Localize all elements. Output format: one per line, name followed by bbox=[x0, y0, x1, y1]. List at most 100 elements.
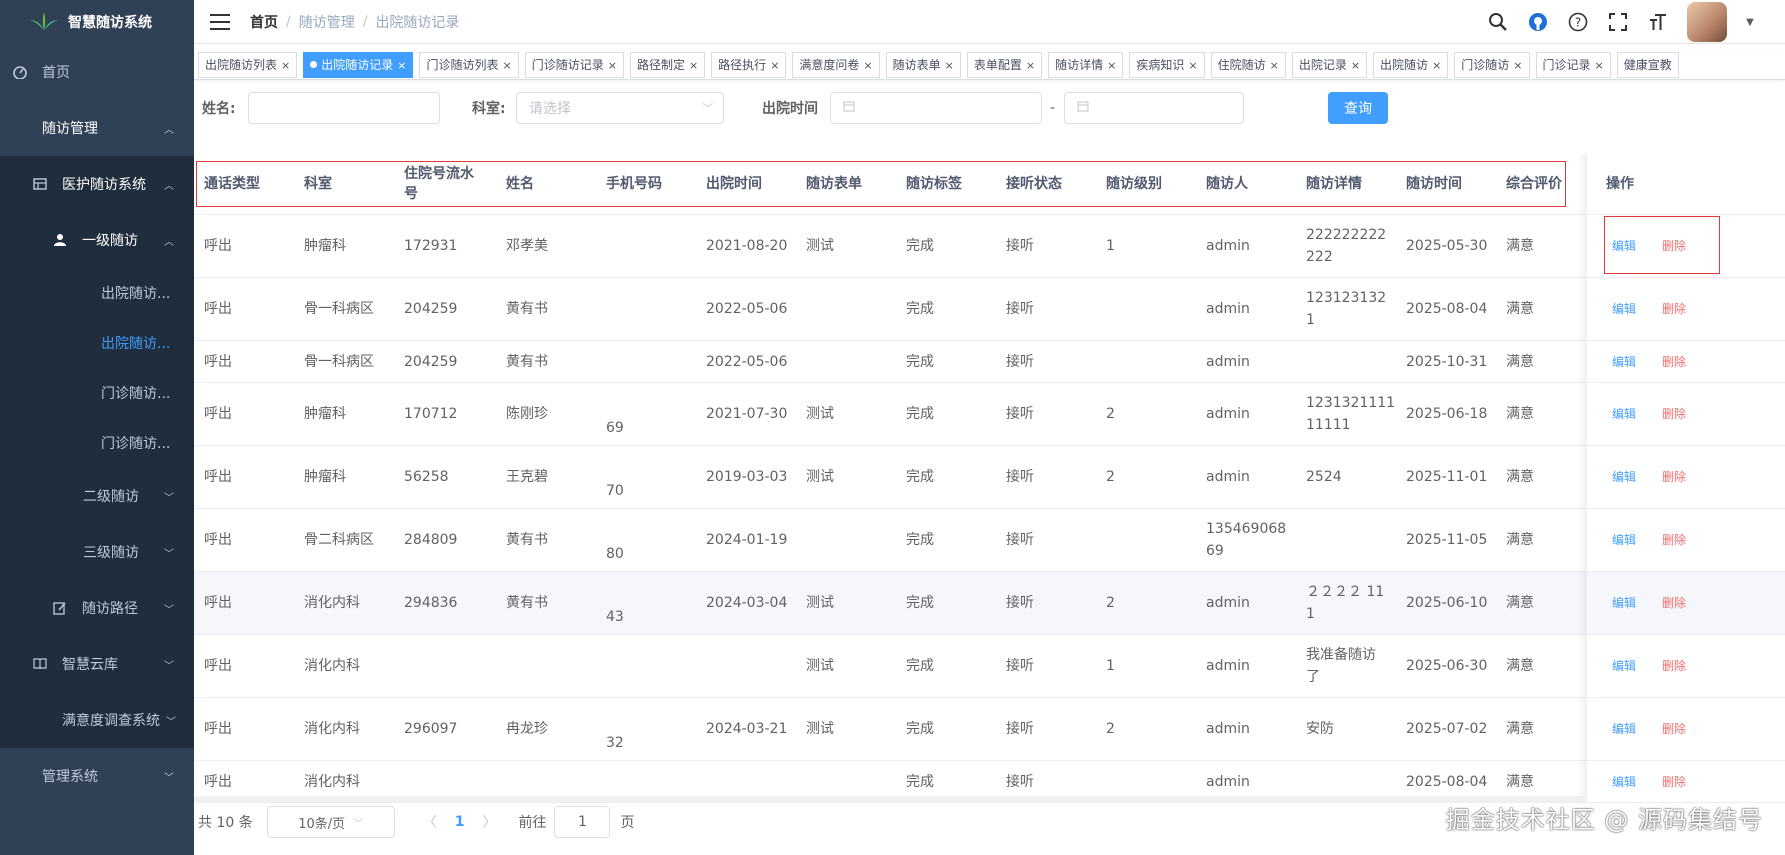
close-icon[interactable]: × bbox=[281, 59, 290, 72]
edit-button[interactable]: 编辑 bbox=[1612, 718, 1636, 740]
table-row[interactable]: 呼出 消化内科 296097 冉龙珍 32 2024-03-21 测试 完成 接听 2 admin 安… bbox=[194, 698, 1785, 761]
tag-item[interactable]: 疾病知识 × bbox=[1129, 51, 1205, 78]
tag-item[interactable]: 出院随访列表 × bbox=[198, 51, 298, 78]
tag-item[interactable]: 门诊随访记录 × bbox=[524, 51, 624, 78]
tag-item[interactable]: 随访详情 × bbox=[1048, 51, 1124, 78]
sidebar-item-admin[interactable]: 管理系统 ﹀ bbox=[0, 748, 194, 804]
sidebar-item-level1[interactable]: 一级随访 ︿ bbox=[0, 212, 194, 268]
sidebar-item-path[interactable]: 随访路径 ﹀ bbox=[0, 580, 194, 636]
close-icon[interactable]: × bbox=[1595, 59, 1604, 72]
edit-button[interactable]: 编辑 bbox=[1612, 298, 1636, 320]
tag-item[interactable]: 门诊记录 × bbox=[1535, 51, 1611, 78]
table-row[interactable]: 呼出 肿瘤科 172931 邓孝美 2021-08-20 测试 完成 接听 1 admin 2222… bbox=[194, 215, 1785, 278]
table-row[interactable]: 呼出 骨一科病区 204259 黄有书 2022-05-06 完成 接听 admin 2025-… bbox=[194, 341, 1785, 383]
next-page-icon[interactable]: 〉 bbox=[482, 812, 496, 832]
tag-item[interactable]: 满意度问卷 × bbox=[792, 51, 880, 78]
table-row[interactable]: 呼出 骨一科病区 204259 黄有书 2022-05-06 完成 接听 admin 12312… bbox=[194, 278, 1785, 341]
close-icon[interactable]: × bbox=[770, 59, 779, 72]
close-icon[interactable]: × bbox=[397, 59, 406, 72]
dept-select[interactable]: 请选择 ﹀ bbox=[516, 92, 724, 124]
tag-item[interactable]: 出院随访 × bbox=[1373, 51, 1449, 78]
github-icon[interactable] bbox=[1527, 11, 1549, 33]
tag-item[interactable]: 门诊随访 × bbox=[1454, 51, 1530, 78]
close-icon[interactable]: × bbox=[1107, 59, 1116, 72]
horizontal-scrollbar[interactable] bbox=[194, 796, 1586, 802]
prev-page-icon[interactable]: 〈 bbox=[423, 812, 437, 832]
delete-button[interactable]: 删除 bbox=[1662, 529, 1686, 551]
delete-button[interactable]: 删除 bbox=[1662, 298, 1686, 320]
help-icon[interactable]: ? bbox=[1567, 11, 1589, 33]
table-row[interactable]: 呼出 消化内科 测试 完成 接听 1 admin 我准备随访了 2025-06-30 满意 编辑 删除 bbox=[194, 635, 1785, 698]
tag-item[interactable]: 健康宣教 bbox=[1616, 51, 1679, 78]
tag-item[interactable]: 门诊随访列表 × bbox=[419, 51, 519, 78]
sidebar-item-followup-mgmt[interactable]: 随访管理 ︿ bbox=[0, 100, 194, 156]
table-row[interactable]: 呼出 肿瘤科 170712 陈刚珍 69 2021-07-30 测试 完成 接听 2 admin 12… bbox=[194, 383, 1785, 446]
sidebar-item-label: 随访管理 bbox=[42, 121, 98, 137]
range-separator: - bbox=[1050, 100, 1056, 116]
tag-label: 健康宣教 bbox=[1623, 57, 1672, 72]
sidebar-item-home[interactable]: 首页 bbox=[0, 44, 194, 100]
tag-item[interactable]: 路径执行 × bbox=[711, 51, 787, 78]
table-row[interactable]: 呼出 消化内科 294836 黄有书 43 2024-03-04 测试 完成 接听 2 admin ２… bbox=[194, 572, 1785, 635]
sidebar-item-level2[interactable]: 二级随访 ﹀ bbox=[0, 468, 194, 524]
sidebar-item-outpatient-record[interactable]: 门诊随访... bbox=[0, 418, 194, 468]
table-cell-form: 测试 bbox=[806, 595, 834, 611]
close-icon[interactable]: × bbox=[502, 59, 511, 72]
caret-down-icon[interactable]: ▼ bbox=[1745, 11, 1755, 33]
end-date-input[interactable] bbox=[1064, 92, 1244, 124]
font-size-icon[interactable] bbox=[1647, 11, 1669, 33]
search-button[interactable]: 查询 bbox=[1328, 92, 1388, 124]
tag-item[interactable]: 路径制定 × bbox=[629, 51, 706, 78]
breadcrumb-item[interactable]: 随访管理 bbox=[299, 12, 355, 32]
goto-page-input[interactable]: 1 bbox=[554, 806, 611, 838]
fullscreen-icon[interactable] bbox=[1607, 11, 1629, 33]
sidebar-item-satisfaction[interactable]: 满意度调查系统 ﹀ bbox=[0, 692, 194, 748]
edit-button[interactable]: 编辑 bbox=[1612, 592, 1636, 614]
close-icon[interactable]: × bbox=[863, 59, 872, 72]
delete-button[interactable]: 删除 bbox=[1662, 466, 1686, 488]
sidebar-item-discharge-list[interactable]: 出院随访... bbox=[0, 268, 194, 318]
start-date-input[interactable] bbox=[830, 92, 1042, 124]
close-icon[interactable]: × bbox=[1351, 59, 1360, 72]
tag-item[interactable]: 出院随访记录 × bbox=[303, 51, 414, 78]
sidebar-item-outpatient-list[interactable]: 门诊随访... bbox=[0, 368, 194, 418]
sidebar-item-cloud[interactable]: 智慧云库 ﹀ bbox=[0, 636, 194, 692]
breadcrumb-item[interactable]: 首页 bbox=[250, 12, 278, 32]
close-icon[interactable]: × bbox=[945, 59, 954, 72]
close-icon[interactable]: × bbox=[1513, 59, 1522, 72]
table-row[interactable]: 呼出 骨二科病区 284809 黄有书 80 2024-01-19 完成 接听 13546906… bbox=[194, 509, 1785, 572]
name-input[interactable] bbox=[248, 92, 440, 124]
close-icon[interactable]: × bbox=[1188, 59, 1197, 72]
tag-label: 路径制定 bbox=[636, 57, 685, 72]
sidebar-item-medical-followup[interactable]: 医护随访系统 ︿ bbox=[0, 156, 194, 212]
close-icon[interactable]: × bbox=[1026, 59, 1035, 72]
delete-button[interactable]: 删除 bbox=[1662, 403, 1686, 425]
edit-button[interactable]: 编辑 bbox=[1612, 529, 1636, 551]
delete-button[interactable]: 删除 bbox=[1662, 655, 1686, 677]
search-icon[interactable] bbox=[1487, 11, 1509, 33]
close-icon[interactable]: × bbox=[1270, 59, 1279, 72]
page-number[interactable]: 1 bbox=[455, 814, 465, 830]
tag-item[interactable]: 住院随访 × bbox=[1210, 51, 1286, 78]
edit-button[interactable]: 编辑 bbox=[1612, 655, 1636, 677]
hamburger-icon[interactable] bbox=[210, 13, 230, 30]
edit-button[interactable]: 编辑 bbox=[1612, 466, 1636, 488]
tag-item[interactable]: 出院记录 × bbox=[1291, 51, 1368, 78]
edit-button[interactable]: 编辑 bbox=[1612, 351, 1636, 373]
sidebar-item-discharge-record[interactable]: 出院随访... bbox=[0, 318, 194, 368]
close-icon[interactable]: × bbox=[1432, 59, 1441, 72]
close-icon[interactable]: × bbox=[608, 59, 617, 72]
delete-button[interactable]: 删除 bbox=[1662, 718, 1686, 740]
table-row[interactable]: 呼出 肿瘤科 56258 王克碧 70 2019-03-03 测试 完成 接听 2 admin 252… bbox=[194, 446, 1785, 509]
avatar[interactable] bbox=[1687, 2, 1727, 42]
tag-item[interactable]: 随访表单 × bbox=[885, 51, 961, 78]
page-size-select[interactable]: 10条/页 ﹀ bbox=[266, 806, 395, 838]
edit-button[interactable]: 编辑 bbox=[1612, 771, 1636, 793]
delete-button[interactable]: 删除 bbox=[1662, 592, 1686, 614]
close-icon[interactable]: × bbox=[689, 59, 698, 72]
tag-item[interactable]: 表单配置 × bbox=[966, 51, 1043, 78]
delete-button[interactable]: 删除 bbox=[1662, 351, 1686, 373]
edit-button[interactable]: 编辑 bbox=[1612, 403, 1636, 425]
delete-button[interactable]: 删除 bbox=[1662, 771, 1686, 793]
sidebar-item-level3[interactable]: 三级随访 ﹀ bbox=[0, 524, 194, 580]
